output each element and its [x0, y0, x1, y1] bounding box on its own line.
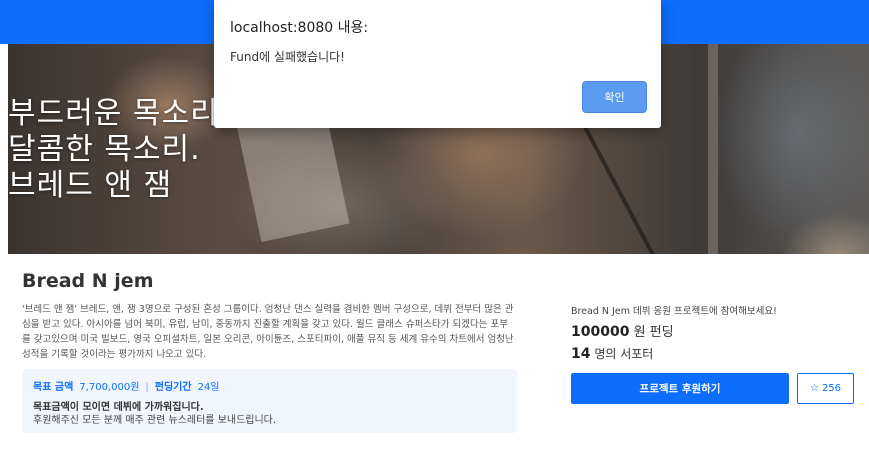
like-count: 256: [821, 383, 842, 394]
hero-line-1: 부드러운 목소리: [8, 96, 219, 131]
dialog-title: localhost:8080 내용:: [230, 20, 369, 36]
goal-value: 7,700,000원: [79, 382, 140, 393]
funding-info-box: 목표 금액 7,700,000원 | 펀딩기간 24일 목표금액이 모이면 데뷔에 가까…: [22, 369, 517, 433]
project-description: '브레드 앤 잼' 브레드, 앤, 잼 3명으로 구성된 혼성 그룹이다. 엄청…: [22, 304, 514, 360]
alert-dialog: localhost:8080 내용: Fund에 실패했습니다! 확인: [214, 0, 661, 128]
support-project-button[interactable]: 프로젝트 후원하기: [571, 373, 789, 404]
hero-light-shape: [708, 44, 718, 254]
divider: |: [145, 382, 149, 393]
funded-amount-unit: 원 펀딩: [633, 325, 674, 340]
supporter-count: 14 명의 서포터: [571, 345, 653, 362]
newsletter-note: 후원해주신 모든 분께 매주 관련 뉴스레터를 보내드립니다.: [33, 415, 277, 426]
like-button[interactable]: ☆ 256: [797, 373, 854, 404]
period-label: 펀딩기간: [154, 382, 192, 393]
funded-amount: 100000 원 펀딩: [571, 321, 674, 340]
funding-summary-row: 목표 금액 7,700,000원 | 펀딩기간 24일: [33, 378, 220, 393]
dialog-ok-button[interactable]: 확인: [582, 81, 647, 113]
funded-amount-value: 100000: [571, 324, 630, 340]
participation-text: Bread N Jem 데뷔 응원 프로젝트에 참여해보세요!: [571, 306, 777, 317]
hero-line-2: 달콤한 목소리.: [8, 132, 201, 167]
project-title: Bread N jem: [22, 270, 154, 292]
supporter-count-unit: 명의 서포터: [594, 347, 654, 361]
hero-line-3: 브레드 앤 잼: [8, 168, 173, 203]
period-value: 24일: [197, 382, 220, 393]
star-outline-icon: ☆: [809, 383, 819, 394]
dialog-message: Fund에 실패했습니다!: [230, 50, 345, 64]
supporter-count-value: 14: [571, 346, 591, 362]
goal-label: 목표 금액: [33, 382, 74, 393]
